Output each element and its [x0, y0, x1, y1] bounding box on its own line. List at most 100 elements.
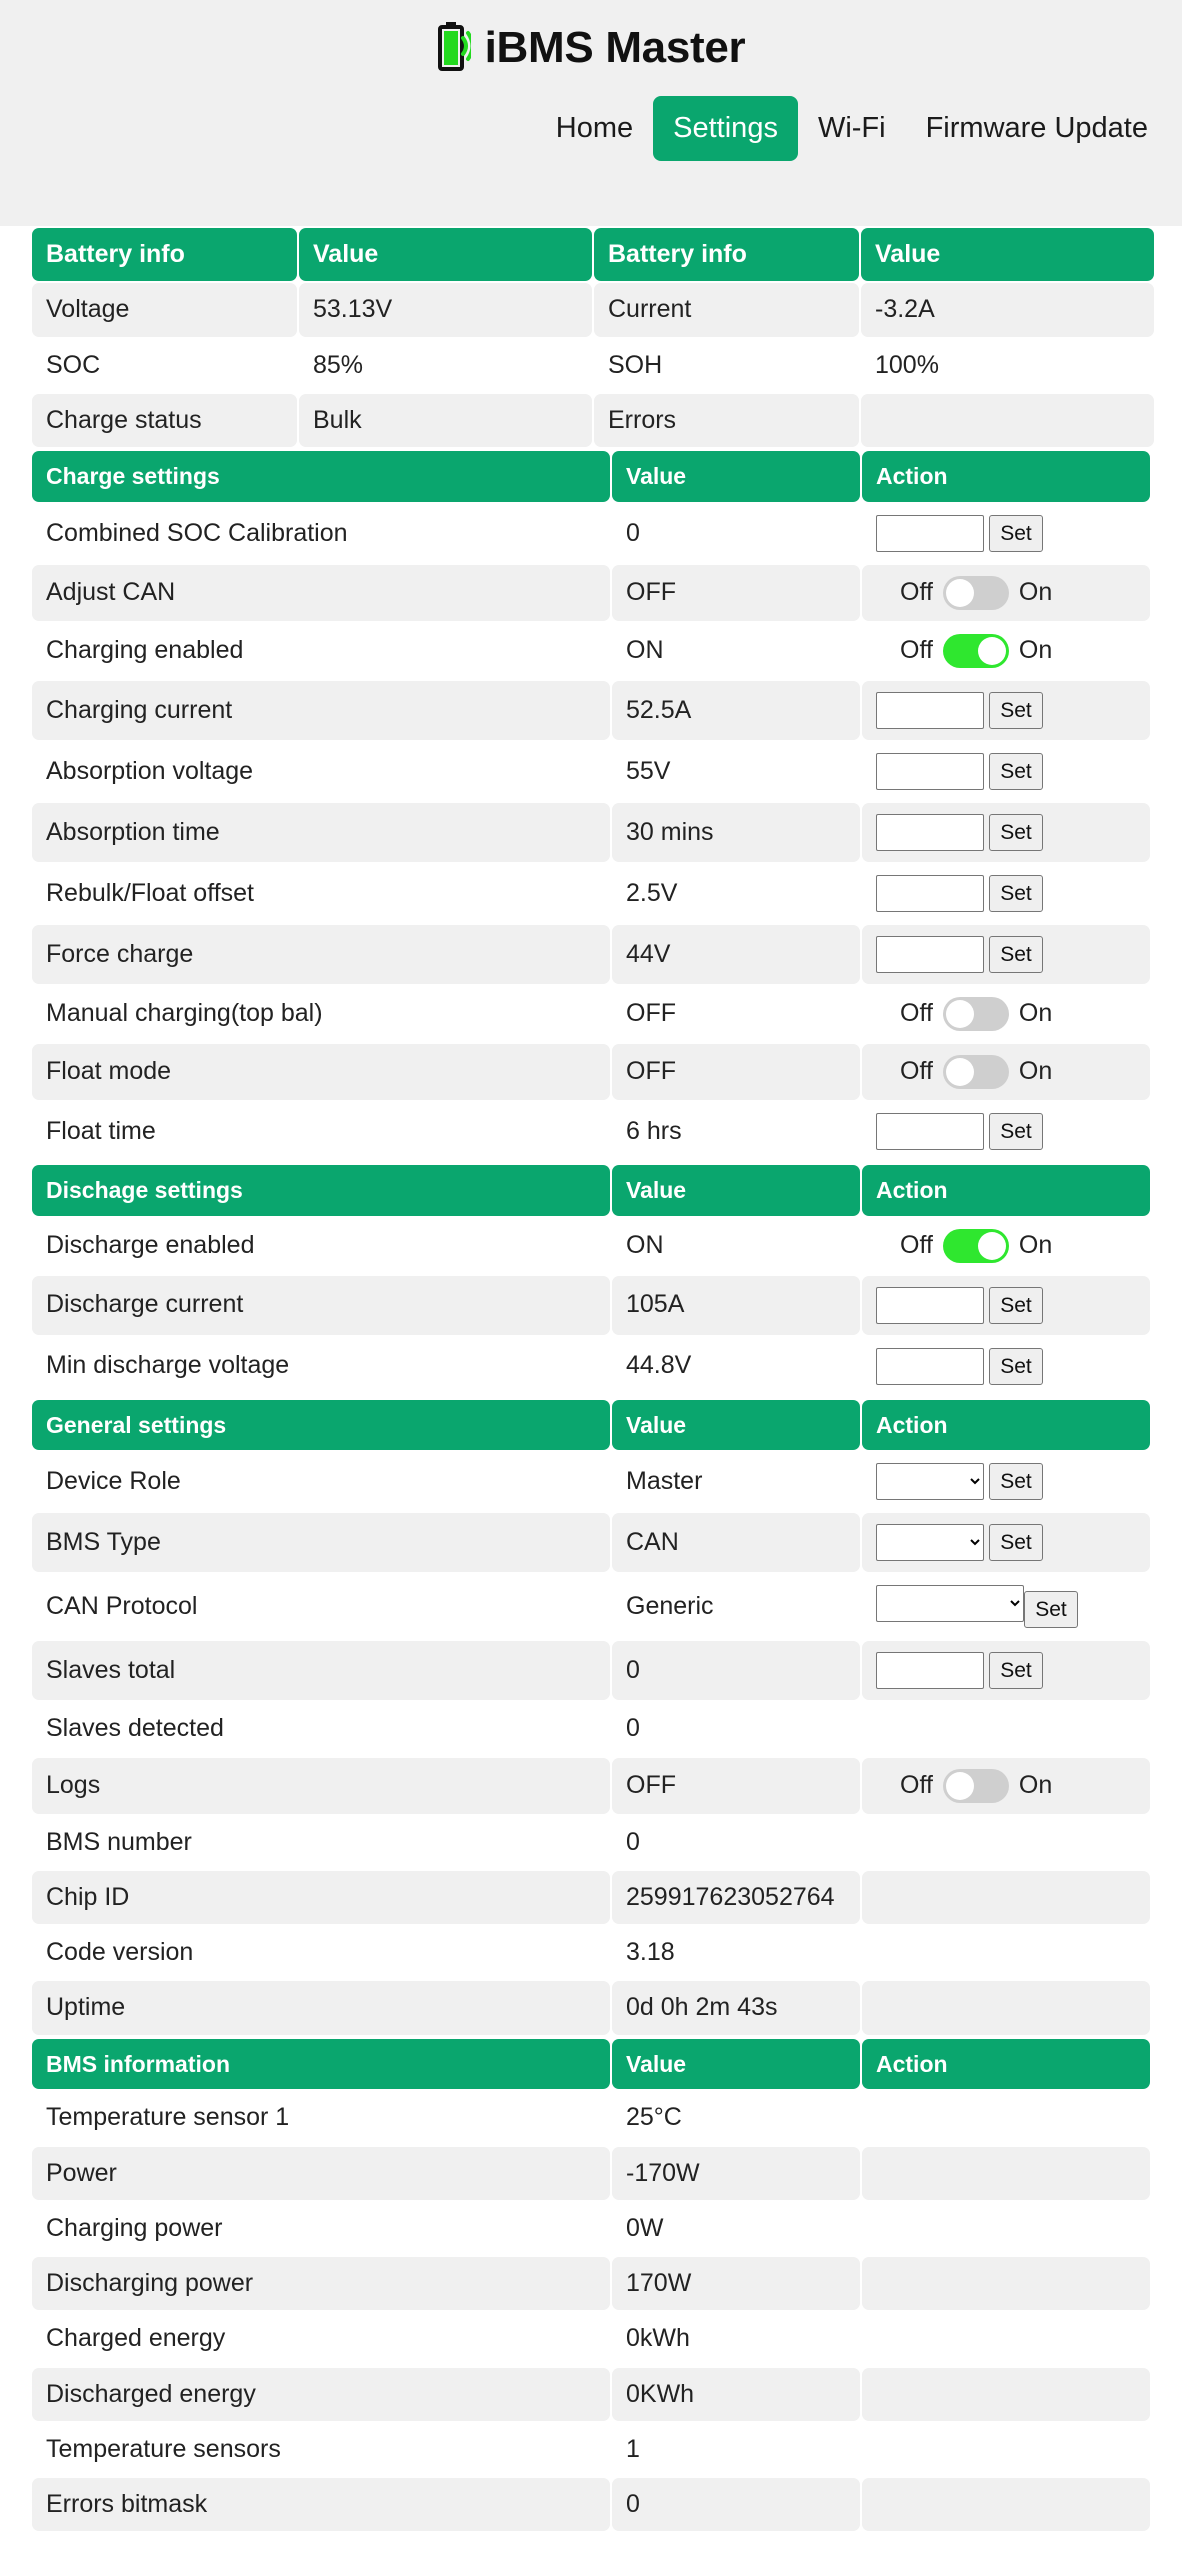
column-header: Action	[862, 1165, 1150, 1216]
row-action	[862, 1702, 1150, 1755]
row-action: Set	[862, 504, 1150, 563]
row-label: Float mode	[32, 1044, 610, 1100]
row-action	[862, 2368, 1150, 2421]
set-button[interactable]: Set	[989, 1113, 1043, 1150]
row-value: 105A	[612, 1276, 860, 1335]
column-header: Action	[862, 2039, 1150, 2090]
row-value: OFF	[612, 1758, 860, 1814]
row-value: -3.2A	[861, 283, 1154, 336]
row-value: 2.5V	[612, 864, 860, 923]
row-label: Manual charging(top bal)	[32, 986, 610, 1042]
row-value: Bulk	[299, 394, 592, 447]
nav-item-settings[interactable]: Settings	[653, 96, 798, 161]
toggle-switch[interactable]	[943, 1055, 1009, 1089]
table-header-row: General settingsValueAction	[32, 1400, 1150, 1451]
section-title: Charge settings	[32, 451, 610, 502]
column-header: Battery info	[594, 228, 859, 281]
row-value: 1	[612, 2423, 860, 2476]
toggle-control: OffOn	[876, 1229, 1136, 1263]
toggle-switch[interactable]	[943, 1769, 1009, 1803]
row-value: 0KWh	[612, 2368, 860, 2421]
set-button[interactable]: Set	[989, 814, 1043, 851]
row-action	[862, 1926, 1150, 1979]
settings-row: Temperature sensors1	[32, 2423, 1150, 2476]
set-control: Set	[876, 515, 1136, 552]
toggle-switch[interactable]	[943, 634, 1009, 668]
row-label: BMS Type	[32, 1513, 610, 1572]
settings-row: Discharged energy0KWh	[32, 2368, 1150, 2421]
set-button[interactable]: Set	[989, 1463, 1043, 1500]
nav-item-home[interactable]: Home	[536, 96, 653, 161]
set-control: Set	[876, 936, 1136, 973]
table-header-row: Battery info Value Battery info Value	[32, 228, 1154, 281]
settings-row: CAN ProtocolGenericSet	[32, 1574, 1150, 1639]
row-label: SOC	[32, 339, 297, 392]
value-input[interactable]	[876, 1348, 984, 1385]
row-label: Charging current	[32, 681, 610, 740]
value-input[interactable]	[876, 1652, 984, 1689]
settings-row: Combined SOC Calibration0Set	[32, 504, 1150, 563]
row-action: Set	[862, 681, 1150, 740]
toggle-switch[interactable]	[943, 1229, 1009, 1263]
set-control: Set	[876, 1287, 1136, 1324]
value-input[interactable]	[876, 515, 984, 552]
column-header: Value	[612, 451, 860, 502]
row-label: Chip ID	[32, 1871, 610, 1924]
row-action: OffOn	[862, 1218, 1150, 1274]
table-header-row: Charge settingsValueAction	[32, 451, 1150, 502]
row-action: OffOn	[862, 1044, 1150, 1100]
set-button[interactable]: Set	[989, 1287, 1043, 1324]
settings-row: Charging enabledONOffOn	[32, 623, 1150, 679]
nav-item-firmware-update[interactable]: Firmware Update	[906, 96, 1168, 161]
toggle-switch[interactable]	[943, 997, 1009, 1031]
set-button[interactable]: Set	[989, 753, 1043, 790]
set-button[interactable]: Set	[989, 1524, 1043, 1561]
value-input[interactable]	[876, 936, 984, 973]
toggle-off-label: Off	[900, 1770, 933, 1801]
value-input[interactable]	[876, 1287, 984, 1324]
toggle-on-label: On	[1019, 635, 1052, 666]
toggle-control: OffOn	[876, 634, 1136, 668]
discharge-settings-section: Dischage settingsValueActionDischarge en…	[32, 1163, 1150, 1398]
option-select[interactable]	[876, 1463, 984, 1500]
set-button[interactable]: Set	[989, 692, 1043, 729]
set-button[interactable]: Set	[989, 515, 1043, 552]
value-input[interactable]	[876, 1113, 984, 1150]
value-input[interactable]	[876, 875, 984, 912]
toggle-knob	[946, 1772, 974, 1800]
row-action: Set	[862, 742, 1150, 801]
row-label: Force charge	[32, 925, 610, 984]
set-control: Set	[876, 1463, 1136, 1500]
set-control: Set	[876, 1585, 1136, 1628]
option-select[interactable]	[876, 1585, 1024, 1622]
row-value: 52.5A	[612, 681, 860, 740]
value-input[interactable]	[876, 753, 984, 790]
toggle-off-label: Off	[900, 1056, 933, 1087]
row-label: Absorption time	[32, 803, 610, 862]
row-label: Discharge current	[32, 1276, 610, 1335]
set-button[interactable]: Set	[989, 875, 1043, 912]
row-value: 25°C	[612, 2091, 860, 2144]
toggle-control: OffOn	[876, 576, 1136, 610]
value-input[interactable]	[876, 692, 984, 729]
set-button[interactable]: Set	[1024, 1591, 1078, 1628]
row-label: Uptime	[32, 1981, 610, 2034]
set-button[interactable]: Set	[989, 1652, 1043, 1689]
row-action: Set	[862, 864, 1150, 923]
row-label: Code version	[32, 1926, 610, 1979]
nav-item-wifi[interactable]: Wi-Fi	[798, 96, 906, 161]
set-button[interactable]: Set	[989, 936, 1043, 973]
settings-row: BMS number0	[32, 1816, 1150, 1869]
row-value: 85%	[299, 339, 592, 392]
row-action: Set	[862, 1641, 1150, 1700]
toggle-knob	[978, 637, 1006, 665]
option-select[interactable]	[876, 1524, 984, 1561]
column-header: Value	[612, 2039, 860, 2090]
settings-row: Charging current52.5A Set	[32, 681, 1150, 740]
settings-row: Device RoleMasterSet	[32, 1452, 1150, 1511]
row-value: 3.18	[612, 1926, 860, 1979]
set-button[interactable]: Set	[989, 1348, 1043, 1385]
toggle-switch[interactable]	[943, 576, 1009, 610]
value-input[interactable]	[876, 814, 984, 851]
settings-row: Force charge44VSet	[32, 925, 1150, 984]
